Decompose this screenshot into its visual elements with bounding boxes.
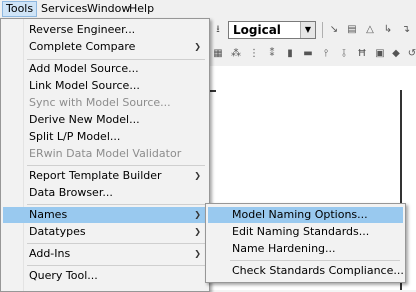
submenu-item-check-standards-compliance[interactable]: Check Standards Compliance... [208,263,404,279]
menu-separator [27,265,205,266]
link-icon[interactable]: ⫯ [320,48,332,60]
relationship-nonid-icon[interactable]: ↴ [400,24,412,36]
diagram-line [210,90,216,92]
menu-item-query-tool[interactable]: Query Tool... [3,268,207,284]
menu-item-label: Check Standards Compliance... [232,264,404,277]
menu-item-erwin-validator[interactable]: ERwin Data Model Validator [3,146,207,162]
menu-item-add-model-source[interactable]: Add Model Source... [3,61,207,77]
arrow-down-icon[interactable]: ⭳ [212,24,224,36]
menu-separator [27,59,205,60]
group-icon[interactable]: ▬ [302,48,314,60]
menu-item-label: Name Hardening... [232,242,336,255]
frame-icon[interactable]: ▣ [374,48,386,60]
menu-item-label: Model Naming Options... [232,208,368,221]
menu-item-label: Query Tool... [29,269,98,282]
menu-item-data-browser[interactable]: Data Browser... [3,185,207,201]
menu-item-label: Complete Compare [29,40,136,53]
submenu-item-model-naming-options[interactable]: Model Naming Options... [208,207,403,223]
space-icon[interactable]: ⋮ [248,48,260,60]
toolbar-row-2: ▦ ⁂ ⋮ ⁑ ▮ ▬ ⫯ ⫱ Ħ ▣ ◆ ↺ [210,42,416,66]
toolbar-row-1: ⭳ Logical ▼ ↘ ▤ △ ↳ ↴ [210,18,416,42]
menu-item-label: Add Model Source... [29,62,139,75]
diamond-icon[interactable]: ◆ [390,48,402,60]
chevron-right-icon: ❯ [194,227,201,236]
menu-item-names[interactable]: Names ❯ [3,207,207,223]
menu-item-label: Derive New Model... [29,113,140,126]
menu-item-complete-compare[interactable]: Complete Compare ❯ [3,39,207,55]
menu-item-label: Link Model Source... [29,79,140,92]
menu-item-label: Data Browser... [29,186,113,199]
merge-icon[interactable]: Ħ [356,48,368,60]
names-submenu: Model Naming Options... Edit Naming Stan… [205,203,406,283]
menu-item-label: Split L/P Model... [29,130,121,143]
chevron-right-icon: ❯ [194,42,201,51]
menu-item-label: Report Template Builder [29,169,162,182]
menu-item-report-template-builder[interactable]: Report Template Builder ❯ [3,168,207,184]
toolbar-separator [322,22,323,38]
menu-item-derive-new-model[interactable]: Derive New Model... [3,112,207,128]
distribute-icon[interactable]: ⁂ [230,48,242,60]
menu-help[interactable]: Help [126,2,157,16]
tools-menu: Reverse Engineer... Complete Compare ❯ A… [0,18,210,292]
view-combo-value: Logical [233,23,281,37]
chevron-right-icon: ❯ [194,210,201,219]
menu-item-sync-model-source[interactable]: Sync with Model Source... [3,95,207,111]
menu-item-label: Sync with Model Source... [29,96,171,109]
entity-icon[interactable]: ▤ [346,24,358,36]
height-icon[interactable]: ⫱ [338,48,350,60]
submenu-item-name-hardening[interactable]: Name Hardening... [208,241,403,257]
menu-item-label: Edit Naming Standards... [232,225,370,238]
menu-item-reverse-engineer[interactable]: Reverse Engineer... [3,22,207,38]
menu-separator [27,204,205,205]
chevron-right-icon: ❯ [194,249,201,258]
order-icon[interactable]: ⁑ [266,48,278,60]
align-icon[interactable]: ▦ [212,48,224,60]
view-combo[interactable]: Logical ▼ [228,21,316,39]
menu-services[interactable]: Services [38,2,90,16]
menu-item-label: ERwin Data Model Validator [29,147,182,160]
chevron-right-icon: ❯ [194,171,201,180]
menu-item-datatypes[interactable]: Datatypes ❯ [3,224,207,240]
bar-icon[interactable]: ▮ [284,48,296,60]
menu-item-add-ins[interactable]: Add-Ins ❯ [3,246,207,262]
menu-bar: Tools Services Window Help [0,0,416,18]
relationship-icon[interactable]: ↳ [382,24,394,36]
menu-item-label: Datatypes [29,225,86,238]
menu-separator [230,260,400,261]
menu-item-link-model-source[interactable]: Link Model Source... [3,78,207,94]
select-pointer-icon[interactable]: ↘ [328,24,340,36]
submenu-item-edit-naming-standards[interactable]: Edit Naming Standards... [208,224,403,240]
menu-separator [27,165,205,166]
menu-tools[interactable]: Tools [2,1,38,17]
menu-item-split-lp-model[interactable]: Split L/P Model... [3,129,207,145]
menu-item-label: Add-Ins [29,247,71,260]
menu-item-label: Reverse Engineer... [29,23,136,36]
chevron-down-icon[interactable]: ▼ [300,22,315,38]
rotate-icon[interactable]: ↺ [406,48,416,60]
menu-item-label: Names [29,208,68,221]
subtype-icon[interactable]: △ [364,24,376,36]
menu-separator [27,243,205,244]
